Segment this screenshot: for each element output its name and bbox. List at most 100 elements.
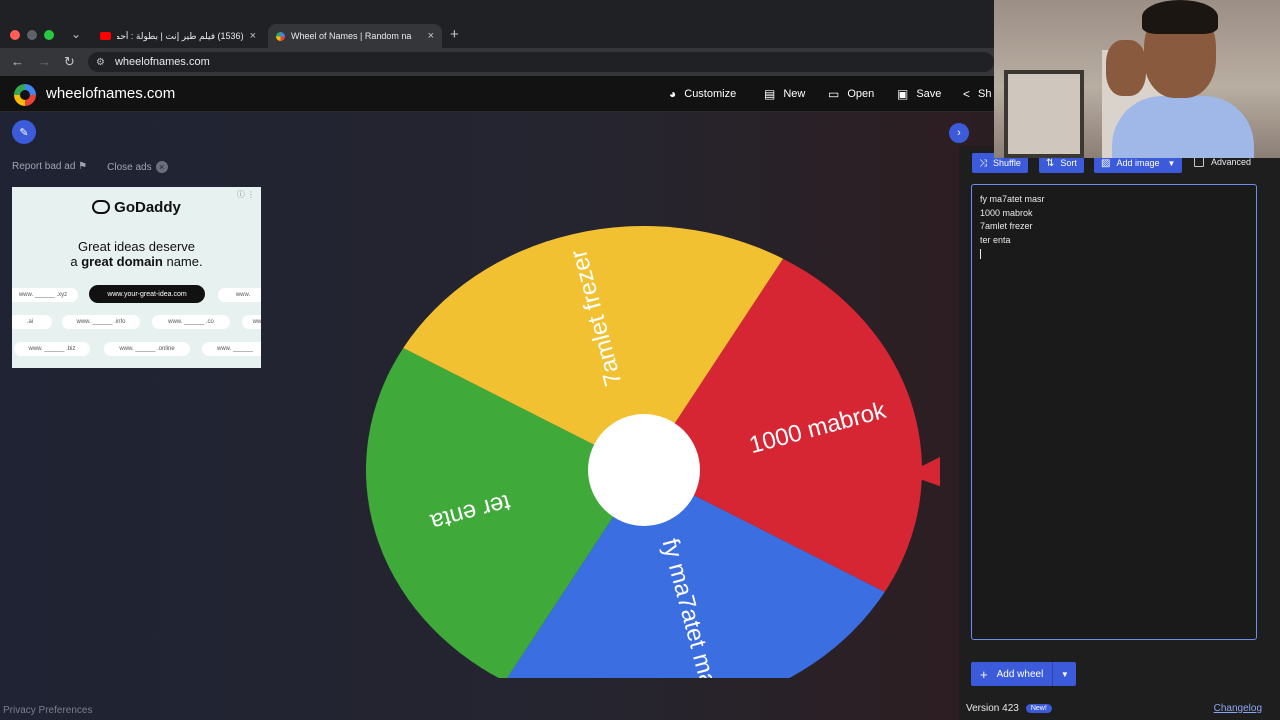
ad-domain-pill: www. ______ xyxy=(202,342,261,356)
add-wheel-dropdown-chevron-icon[interactable]: ▼ xyxy=(1052,662,1077,686)
address-bar[interactable]: ⚙ wheelofnames.com xyxy=(88,52,994,72)
close-ads-link[interactable]: Close ads × xyxy=(107,161,168,173)
webcam-person-body xyxy=(1112,96,1254,158)
version-text: Version 423 xyxy=(966,703,1019,714)
open-button[interactable]: ▭ Open xyxy=(828,87,874,101)
tab-close-icon[interactable]: × xyxy=(428,30,434,42)
close-window-button[interactable] xyxy=(10,30,20,40)
open-label: Open xyxy=(847,88,875,100)
ad-domain-pill: .ai xyxy=(12,315,52,329)
shuffle-label: Shuffle xyxy=(993,158,1021,168)
ad-headline-b: name. xyxy=(162,254,203,269)
checkbox-icon xyxy=(1194,157,1204,167)
version-info: Version 423 New! xyxy=(966,703,1052,714)
forward-arrow-icon[interactable]: → xyxy=(38,54,51,69)
entry-line: 1000 mabrok xyxy=(980,207,1033,218)
ad-headline-bold: great domain xyxy=(81,254,163,269)
ad-cta-button[interactable]: www.your-great-idea.com xyxy=(89,285,205,303)
tab-title: (1536) فيلم طير إنت | بطولة : أحمـ xyxy=(117,30,244,41)
entry-line: fy ma7atet masr xyxy=(980,194,1045,204)
wheel-logo-icon[interactable] xyxy=(14,84,36,106)
webcam-background-door xyxy=(1004,70,1084,158)
entries-panel: ⤨ Shuffle ⇅ Sort ▨ Add image ▼ Advanced … xyxy=(959,146,1280,720)
entries-textarea[interactable]: fy ma7atet masr 1000 mabrok 7amlet freze… xyxy=(971,184,1257,640)
ad-headline-line1: Great ideas deserve xyxy=(77,239,196,254)
youtube-icon xyxy=(100,32,111,40)
share-button[interactable]: < Sh xyxy=(963,87,991,101)
ad-controls: Report bad ad ⚑ Close ads × xyxy=(12,161,168,173)
godaddy-logo-icon xyxy=(92,200,111,214)
tab-list-icon[interactable]: ⌄ xyxy=(71,27,81,41)
ad-brand: GoDaddy xyxy=(12,199,261,216)
close-ads-label: Close ads xyxy=(107,162,152,173)
webcam-person-hair xyxy=(1142,0,1218,34)
ad-headline-line2: a great domain name. xyxy=(12,254,261,269)
tab-youtube[interactable]: (1536) فيلم طير إنت | بطولة : أحمـ × xyxy=(92,24,264,48)
close-circle-icon: × xyxy=(155,161,168,173)
collapse-panel-icon[interactable]: › xyxy=(949,123,969,143)
add-wheel-button[interactable]: + Add wheel xyxy=(971,662,1053,686)
ad-domain-pill: www. ______ .online xyxy=(104,342,190,356)
maximize-window-button[interactable] xyxy=(44,30,54,40)
site-settings-icon[interactable]: ⚙ xyxy=(96,57,105,68)
customize-button[interactable]: ◕ Customize xyxy=(669,87,736,101)
sort-icon: ⇅ xyxy=(1046,157,1055,169)
advanced-label: Advanced xyxy=(1211,157,1252,167)
share-label: Sh xyxy=(978,88,992,100)
text-cursor xyxy=(980,249,981,259)
ad-domain-pill: www. ______ .co xyxy=(152,315,230,329)
edit-pencil-icon[interactable]: ✎ xyxy=(12,120,36,144)
customize-label: Customize xyxy=(684,88,737,100)
ad-domain-pill: ww xyxy=(242,315,261,329)
plus-icon: + xyxy=(980,666,988,682)
entry-line: ter enta xyxy=(980,234,1011,245)
report-label: Report bad ad xyxy=(12,161,76,172)
ad-domain-pill: www. xyxy=(218,288,261,302)
sort-label: Sort xyxy=(1060,158,1077,168)
entry-line: 7amlet frezer xyxy=(980,221,1033,231)
tab-wheel-of-names[interactable]: Wheel of Names | Random na × xyxy=(268,24,442,48)
tab-title: Wheel of Names | Random na xyxy=(291,31,412,41)
wheel[interactable]: 1000 mabrokfy ma7atet masrter enta7amlet… xyxy=(340,168,940,678)
wheel-favicon-icon xyxy=(276,31,285,41)
folder-icon: ▭ xyxy=(828,87,840,101)
add-image-label: Add image xyxy=(1116,158,1160,168)
shuffle-icon: ⤨ xyxy=(979,157,987,169)
palette-icon: ◕ xyxy=(669,87,677,101)
new-label: New xyxy=(783,88,806,100)
save-icon: ▣ xyxy=(897,87,909,101)
ad-domain-pill: www. ______ .info xyxy=(62,315,140,329)
webcam-overlay xyxy=(994,0,1280,158)
chevron-down-icon: ▼ xyxy=(1167,158,1176,168)
ad-banner[interactable]: ⓘ ⋮ GoDaddy Great ideas deserve a great … xyxy=(12,187,261,368)
changelog-link[interactable]: Changelog xyxy=(1214,703,1262,714)
privacy-preferences-link[interactable]: Privacy Preferences xyxy=(3,705,92,716)
site-name[interactable]: wheelofnames.com xyxy=(46,85,175,102)
report-bad-ad-link[interactable]: Report bad ad ⚑ xyxy=(12,161,87,173)
wheel-center-hub[interactable] xyxy=(588,414,700,526)
new-badge: New! xyxy=(1025,704,1052,713)
new-tab-button[interactable]: + xyxy=(450,26,459,43)
reload-icon[interactable]: ↻ xyxy=(64,54,75,70)
ad-domain-pill: www. ______ .biz xyxy=(14,342,90,356)
image-icon: ▨ xyxy=(1101,157,1111,169)
minimize-window-button[interactable] xyxy=(27,30,37,40)
url-text: wheelofnames.com xyxy=(114,56,210,68)
webcam-person-hand xyxy=(1106,40,1146,96)
ad-headline: Great ideas deserve a great domain name. xyxy=(12,239,261,269)
tab-close-icon[interactable]: × xyxy=(250,30,256,42)
flag-icon: ⚑ xyxy=(78,161,88,172)
ad-brand-text: GoDaddy xyxy=(114,199,181,216)
ad-headline-a: a xyxy=(70,254,82,269)
advanced-checkbox[interactable]: Advanced xyxy=(1194,157,1251,167)
add-wheel-button-group: + Add wheel ▼ xyxy=(971,662,1077,686)
add-wheel-label: Add wheel xyxy=(996,668,1044,680)
save-button[interactable]: ▣ Save xyxy=(897,87,941,101)
file-icon: ▤ xyxy=(764,87,776,101)
save-label: Save xyxy=(916,88,942,100)
new-button[interactable]: ▤ New xyxy=(764,87,805,101)
main-area: ✎ Report bad ad ⚑ Close ads × ⓘ ⋮ GoDaddy… xyxy=(0,112,1280,720)
ad-domain-pill: www. ______ .xyz xyxy=(12,288,78,302)
share-icon: < xyxy=(963,87,971,101)
back-arrow-icon[interactable]: ← xyxy=(11,54,24,69)
